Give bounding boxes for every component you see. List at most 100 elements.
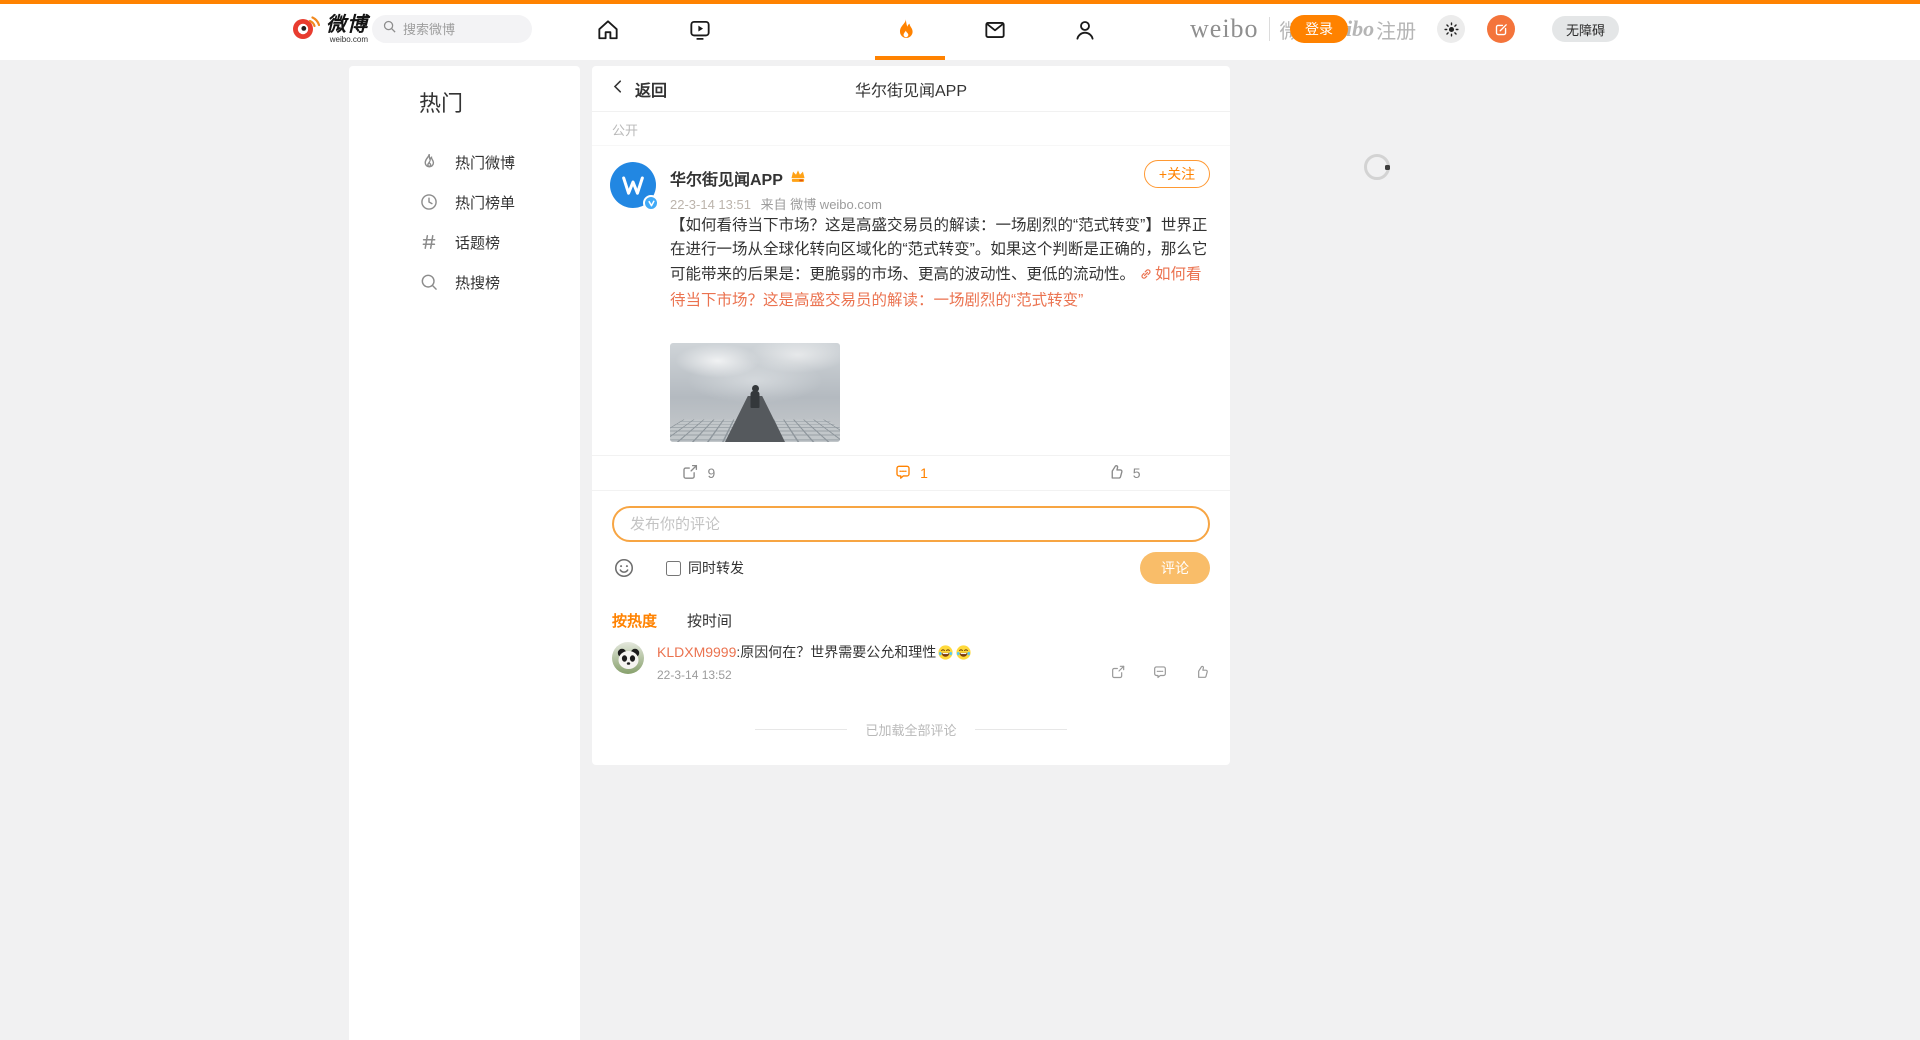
nav-profile-icon[interactable] xyxy=(1071,16,1099,44)
weibo-page: 微博 weibo.com weibo 微博 xyxy=(0,0,1920,1040)
comment-body: KLDXM9999:原因何在？世界需要公允和理性 22-3-14 13:52 xyxy=(657,642,1110,682)
nav-hot-icon[interactable] xyxy=(891,16,919,44)
wallstreet-w-logo xyxy=(619,171,647,199)
commenter-username[interactable]: KLDXM9999 xyxy=(657,642,736,662)
weibo-logo-cn: 微博 xyxy=(326,15,368,35)
weibo-logo-text: 微博 weibo.com xyxy=(326,15,368,44)
divider xyxy=(1269,17,1270,41)
post-body-text: 【如何看待当下市场？这是高盛交易员的解读：一场剧烈的“范式转变”】世界正在进行一… xyxy=(670,217,1207,283)
divider xyxy=(975,729,1067,730)
like-button[interactable]: 5 xyxy=(1017,456,1230,490)
comment-item: KLDXM9999:原因何在？世界需要公允和理性 22-3-14 13:52 xyxy=(612,642,1210,682)
sidebar-item-hot-rank[interactable]: 热门榜单 xyxy=(419,182,580,222)
register-link[interactable]: 注册 xyxy=(1376,15,1416,44)
comment-icon xyxy=(894,463,912,484)
clock-icon xyxy=(419,192,439,212)
comment-timestamp: 22-3-14 13:52 xyxy=(657,668,1110,682)
comment-reply-icon[interactable] xyxy=(1152,664,1168,680)
hot-sidebar: 热门 热门微博 热门榜单 话题榜 热搜榜 xyxy=(349,66,580,1040)
repost-also-option[interactable]: 同时转发 xyxy=(666,558,744,578)
post-meta: 22-3-14 13:51 来自 微博 weibo.com xyxy=(670,194,882,213)
weibo-logo-domain: weibo.com xyxy=(330,36,368,44)
post-text: 【如何看待当下市场？这是高盛交易员的解读：一场剧烈的“范式转变”】世界正在进行一… xyxy=(670,214,1212,314)
thumbs-up-icon xyxy=(1107,463,1125,484)
laugh-emoji-icon xyxy=(955,644,972,661)
tab-sort-by-time[interactable]: 按时间 xyxy=(687,610,732,631)
sun-icon xyxy=(1443,21,1460,38)
comment-count: 1 xyxy=(920,465,928,481)
sidebar-item-hot-weibo[interactable]: 热门微博 xyxy=(419,142,580,182)
repost-button[interactable]: 9 xyxy=(592,456,805,490)
post-source[interactable]: 来自 微博 weibo.com xyxy=(761,197,882,212)
search-input[interactable] xyxy=(403,22,513,37)
visibility-label: 公开 xyxy=(612,120,638,139)
weibo-logo[interactable]: 微博 weibo.com xyxy=(290,12,368,47)
sidebar-item-label: 话题榜 xyxy=(455,232,500,253)
post-image-thumbnail[interactable] xyxy=(670,343,840,442)
repost-also-checkbox[interactable] xyxy=(666,561,681,576)
post-timestamp: 22-3-14 13:51 xyxy=(670,197,751,212)
theme-toggle-button[interactable] xyxy=(1437,15,1465,43)
detail-title: 华尔街见闻APP xyxy=(592,77,1230,101)
post-detail-card: 返回 华尔街见闻APP 公开 华尔街见闻APP 22-3-14 13:51 来自… xyxy=(592,66,1230,765)
composer-row: 同时转发 评论 xyxy=(612,552,1210,584)
laugh-emoji-icon xyxy=(937,644,954,661)
comment-text: :原因何在？世界需要公允和理性 xyxy=(736,642,936,662)
compose-icon xyxy=(1494,22,1509,37)
comment-like-icon[interactable] xyxy=(1194,664,1210,680)
image-figure xyxy=(751,391,760,408)
repost-count: 9 xyxy=(707,465,715,481)
loading-spinner xyxy=(1364,154,1390,180)
top-navbar: 微博 weibo.com weibo 微博 xyxy=(0,0,1920,60)
comment-actions xyxy=(1110,642,1210,682)
end-note-text: 已加载全部评论 xyxy=(865,720,956,739)
vip-crown-icon xyxy=(789,168,807,189)
post-action-bar: 9 1 5 xyxy=(592,455,1230,491)
back-button[interactable]: 返回 xyxy=(610,77,667,101)
compose-button[interactable] xyxy=(1487,15,1515,43)
nav-video-icon[interactable] xyxy=(686,16,714,44)
hash-icon xyxy=(419,232,439,252)
sidebar-title: 热门 xyxy=(419,86,580,118)
link-icon xyxy=(1139,265,1153,289)
visibility-row: 公开 xyxy=(592,113,1230,146)
search-rank-icon xyxy=(419,272,439,292)
comment-button[interactable]: 1 xyxy=(805,456,1018,490)
active-nav-indicator xyxy=(875,56,945,60)
follow-button[interactable]: +关注 xyxy=(1144,160,1210,188)
sidebar-item-hot-search[interactable]: 热搜榜 xyxy=(419,262,580,302)
nav-messages-icon[interactable] xyxy=(981,16,1009,44)
verified-badge-icon xyxy=(643,195,659,211)
weibo-logotype: weibo xyxy=(1190,14,1259,44)
author-name[interactable]: 华尔街见闻APP xyxy=(670,166,783,190)
author-line: 华尔街见闻APP xyxy=(670,166,807,190)
sidebar-item-topic-rank[interactable]: 话题榜 xyxy=(419,222,580,262)
tab-sort-by-hot[interactable]: 按热度 xyxy=(612,610,657,631)
comments-end-note: 已加载全部评论 xyxy=(592,720,1230,739)
commenter-avatar[interactable] xyxy=(612,642,644,674)
nav-home-icon[interactable] xyxy=(594,16,622,44)
submit-comment-button[interactable]: 评论 xyxy=(1140,552,1210,584)
back-label: 返回 xyxy=(635,77,667,101)
sidebar-item-label: 热门榜单 xyxy=(455,192,515,213)
comment-input[interactable] xyxy=(612,506,1210,542)
top-orange-strip xyxy=(0,0,1920,4)
comment-text-line: KLDXM9999:原因何在？世界需要公允和理性 xyxy=(657,642,1110,662)
repost-also-label: 同时转发 xyxy=(688,558,744,578)
divider xyxy=(755,729,847,730)
comment-sort-tabs: 按热度 按时间 xyxy=(612,610,732,631)
sidebar-item-label: 热门微博 xyxy=(455,152,515,173)
repost-icon xyxy=(681,463,699,484)
like-count: 5 xyxy=(1133,465,1141,481)
search-icon xyxy=(382,19,397,39)
sidebar-item-label: 热搜榜 xyxy=(455,272,500,293)
comment-repost-icon[interactable] xyxy=(1110,664,1126,680)
accessibility-button[interactable]: 无障碍 xyxy=(1552,16,1619,42)
author-avatar[interactable] xyxy=(610,162,656,208)
login-button[interactable]: 登录 xyxy=(1290,15,1348,43)
flame-icon xyxy=(419,152,439,172)
search-box[interactable] xyxy=(372,15,532,43)
weibo-eye-icon xyxy=(290,12,320,47)
emoji-picker-button[interactable] xyxy=(612,556,636,580)
panda-avatar-art xyxy=(612,642,644,674)
